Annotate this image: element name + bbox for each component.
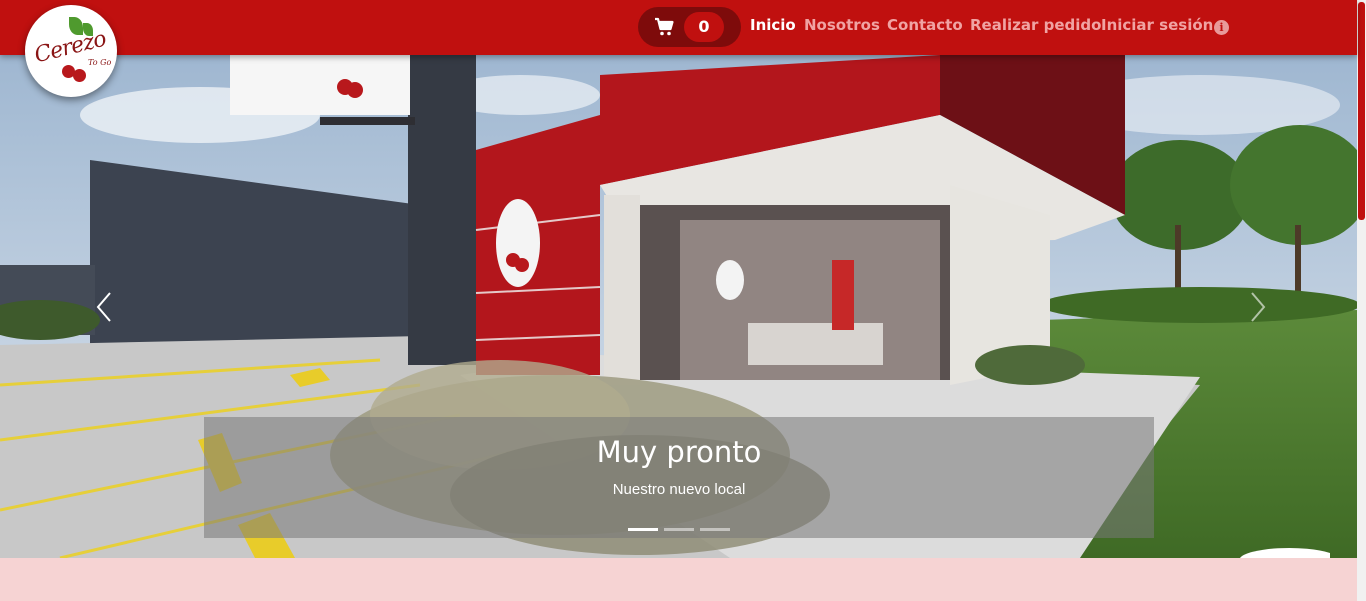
nav-link-nosotros[interactable]: Nosotros bbox=[804, 16, 880, 34]
chevron-right-icon[interactable] bbox=[1242, 287, 1272, 327]
carousel-caption: Muy pronto Nuestro nuevo local bbox=[204, 417, 1154, 538]
top-navbar: 0 Inicio Nosotros Contacto Realizar pedi… bbox=[0, 0, 1357, 55]
caption-text: Nuestro nuevo local bbox=[612, 481, 746, 498]
cart-count-badge: 0 bbox=[684, 12, 724, 42]
carousel-indicator-3[interactable] bbox=[700, 528, 730, 531]
page: 0 Inicio Nosotros Contacto Realizar pedi… bbox=[0, 0, 1366, 601]
cherry-shape bbox=[73, 69, 86, 82]
nav-link-inicio[interactable]: Inicio bbox=[750, 16, 796, 34]
carousel-indicator-1[interactable] bbox=[628, 528, 658, 531]
cart-button[interactable]: 0 bbox=[638, 7, 741, 47]
chevron-left-icon[interactable] bbox=[90, 287, 120, 327]
logo-subtext: To Go bbox=[88, 58, 112, 67]
caption-title: Muy pronto bbox=[596, 435, 762, 469]
brand-logo[interactable]: Cerezo To Go bbox=[25, 5, 117, 97]
nav-link-iniciar-sesion[interactable]: Iniciar sesión bbox=[1101, 16, 1213, 34]
nav-link-contacto[interactable]: Contacto bbox=[887, 16, 963, 34]
info-icon[interactable]: i bbox=[1214, 20, 1229, 35]
cart-icon bbox=[655, 17, 674, 36]
page-scrollbar[interactable] bbox=[1357, 0, 1366, 601]
hero-carousel: Muy pronto Nuestro nuevo local bbox=[0, 55, 1357, 558]
nav-link-realizar-pedido[interactable]: Realizar pedido bbox=[970, 16, 1101, 34]
carousel-indicator-2[interactable] bbox=[664, 528, 694, 531]
scrollbar-thumb[interactable] bbox=[1358, 2, 1365, 220]
